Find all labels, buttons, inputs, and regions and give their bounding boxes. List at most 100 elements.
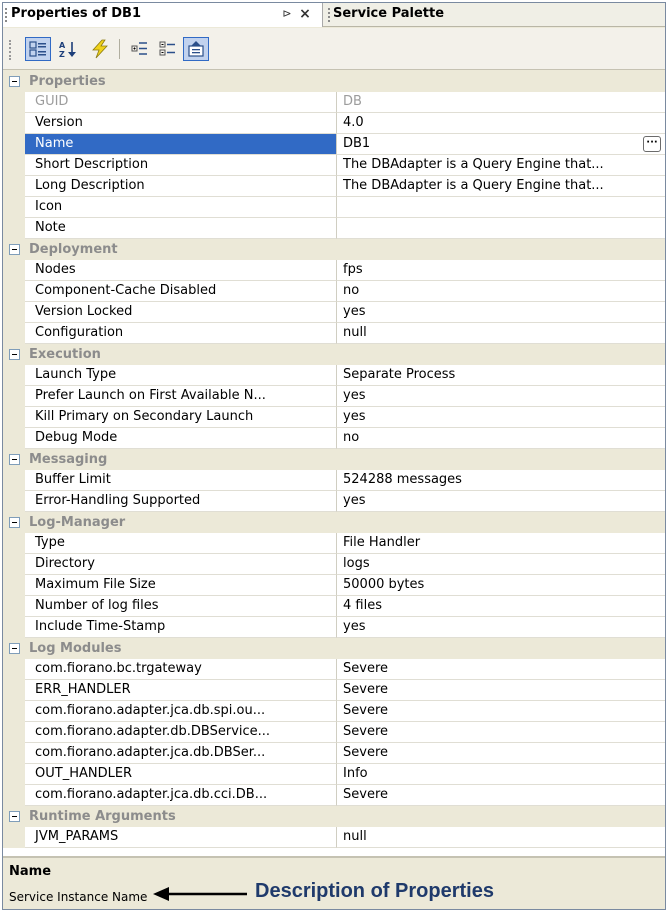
property-name[interactable]: com.fiorano.adapter.jca.db.spi.ou...: [25, 701, 337, 722]
property-name[interactable]: com.fiorano.adapter.jca.db.DBSer...: [25, 743, 337, 764]
property-row[interactable]: Number of log files 4 files: [3, 596, 665, 617]
property-name[interactable]: com.fiorano.adapter.jca.db.cci.DB...: [25, 785, 337, 806]
property-name[interactable]: Directory: [25, 554, 337, 575]
property-row[interactable]: Version 4.0: [3, 113, 665, 134]
events-button[interactable]: [87, 37, 113, 61]
property-row[interactable]: Include Time-Stamp yes: [3, 617, 665, 638]
property-name[interactable]: Maximum File Size: [25, 575, 337, 596]
property-value[interactable]: 4 files: [337, 596, 665, 617]
property-row[interactable]: Directory logs: [3, 554, 665, 575]
property-row[interactable]: Prefer Launch on First Available N... yes: [3, 386, 665, 407]
property-row[interactable]: com.fiorano.adapter.db.DBService... Sever…: [3, 722, 665, 743]
property-name[interactable]: Prefer Launch on First Available N...: [25, 386, 337, 407]
property-row[interactable]: Launch Type Separate Process: [3, 365, 665, 386]
property-row[interactable]: Version Locked yes: [3, 302, 665, 323]
property-value[interactable]: no: [337, 428, 665, 449]
property-name[interactable]: Name: [25, 134, 337, 155]
expand-all-button[interactable]: [127, 37, 153, 61]
collapse-all-button[interactable]: [155, 37, 181, 61]
property-name[interactable]: Include Time-Stamp: [25, 617, 337, 638]
property-name[interactable]: Configuration: [25, 323, 337, 344]
property-name[interactable]: Short Description: [25, 155, 337, 176]
category-row[interactable]: Log Modules: [3, 638, 665, 659]
property-row[interactable]: OUT_HANDLER Info: [3, 764, 665, 785]
category-row[interactable]: Log-Manager: [3, 512, 665, 533]
property-row[interactable]: Long Description The DBAdapter is a Query…: [3, 176, 665, 197]
property-row[interactable]: com.fiorano.bc.trgateway Severe: [3, 659, 665, 680]
property-value[interactable]: Severe: [337, 659, 665, 680]
property-name[interactable]: GUID: [25, 92, 337, 113]
close-icon[interactable]: ×: [297, 6, 313, 22]
property-row[interactable]: GUID DB: [3, 92, 665, 113]
property-name[interactable]: Launch Type: [25, 365, 337, 386]
property-value[interactable]: Severe: [337, 680, 665, 701]
property-name[interactable]: OUT_HANDLER: [25, 764, 337, 785]
property-name[interactable]: Long Description: [25, 176, 337, 197]
property-value[interactable]: 524288 messages: [337, 470, 665, 491]
property-name[interactable]: ERR_HANDLER: [25, 680, 337, 701]
category-row[interactable]: Messaging: [3, 449, 665, 470]
category-row[interactable]: Execution: [3, 344, 665, 365]
property-value[interactable]: Severe: [337, 701, 665, 722]
property-row[interactable]: Debug Mode no: [3, 428, 665, 449]
property-value[interactable]: Severe: [337, 722, 665, 743]
property-name[interactable]: Type: [25, 533, 337, 554]
property-name[interactable]: Error-Handling Supported: [25, 491, 337, 512]
property-row[interactable]: Nodes fps: [3, 260, 665, 281]
collapse-toggle-icon[interactable]: [9, 349, 20, 360]
property-row[interactable]: Name DB1 ···: [3, 134, 665, 155]
property-name[interactable]: Kill Primary on Secondary Launch: [25, 407, 337, 428]
property-row[interactable]: Note: [3, 218, 665, 239]
property-value[interactable]: fps: [337, 260, 665, 281]
property-value[interactable]: yes: [337, 302, 665, 323]
toolbar-grip[interactable]: [9, 40, 11, 60]
property-value[interactable]: Info: [337, 764, 665, 785]
property-name[interactable]: Version: [25, 113, 337, 134]
property-row[interactable]: Kill Primary on Secondary Launch yes: [3, 407, 665, 428]
property-value[interactable]: 4.0: [337, 113, 665, 134]
category-row[interactable]: Runtime Arguments: [3, 806, 665, 827]
property-value[interactable]: File Handler: [337, 533, 665, 554]
property-value[interactable]: yes: [337, 617, 665, 638]
property-value[interactable]: yes: [337, 407, 665, 428]
grip-handle[interactable]: [5, 8, 7, 22]
property-row[interactable]: com.fiorano.adapter.jca.db.cci.DB... Seve…: [3, 785, 665, 806]
sort-alphabetical-button[interactable]: A Z: [55, 37, 81, 61]
property-row[interactable]: JVM_PARAMS null: [3, 827, 665, 848]
property-value[interactable]: null: [337, 323, 665, 344]
property-name[interactable]: Number of log files: [25, 596, 337, 617]
property-value[interactable]: The DBAdapter is a Query Engine that...: [337, 176, 665, 197]
property-name[interactable]: Note: [25, 218, 337, 239]
collapse-toggle-icon[interactable]: [9, 811, 20, 822]
collapse-toggle-icon[interactable]: [9, 643, 20, 654]
property-value[interactable]: no: [337, 281, 665, 302]
ellipsis-button[interactable]: ···: [643, 136, 661, 152]
tab-service-palette[interactable]: Service Palette: [333, 6, 444, 21]
property-name[interactable]: Buffer Limit: [25, 470, 337, 491]
property-name[interactable]: Nodes: [25, 260, 337, 281]
property-row[interactable]: ERR_HANDLER Severe: [3, 680, 665, 701]
property-row[interactable]: Short Description The DBAdapter is a Quer…: [3, 155, 665, 176]
property-row[interactable]: Error-Handling Supported yes: [3, 491, 665, 512]
property-row[interactable]: Maximum File Size 50000 bytes: [3, 575, 665, 596]
property-value[interactable]: yes: [337, 491, 665, 512]
property-name[interactable]: JVM_PARAMS: [25, 827, 337, 848]
property-value[interactable]: Separate Process: [337, 365, 665, 386]
collapse-toggle-icon[interactable]: [9, 244, 20, 255]
property-value[interactable]: yes: [337, 386, 665, 407]
category-row[interactable]: Deployment: [3, 239, 665, 260]
property-value[interactable]: The DBAdapter is a Query Engine that...: [337, 155, 665, 176]
property-name[interactable]: com.fiorano.bc.trgateway: [25, 659, 337, 680]
property-pages-button[interactable]: [183, 37, 209, 61]
category-row[interactable]: Properties: [3, 71, 665, 92]
property-row[interactable]: Component-Cache Disabled no: [3, 281, 665, 302]
property-row[interactable]: Type File Handler: [3, 533, 665, 554]
property-value[interactable]: Severe: [337, 743, 665, 764]
property-value[interactable]: Severe: [337, 785, 665, 806]
property-value[interactable]: [337, 218, 665, 239]
property-row[interactable]: Buffer Limit 524288 messages: [3, 470, 665, 491]
collapse-toggle-icon[interactable]: [9, 76, 20, 87]
property-row[interactable]: com.fiorano.adapter.jca.db.DBSer... Sever…: [3, 743, 665, 764]
property-value[interactable]: null: [337, 827, 665, 848]
property-name[interactable]: Icon: [25, 197, 337, 218]
